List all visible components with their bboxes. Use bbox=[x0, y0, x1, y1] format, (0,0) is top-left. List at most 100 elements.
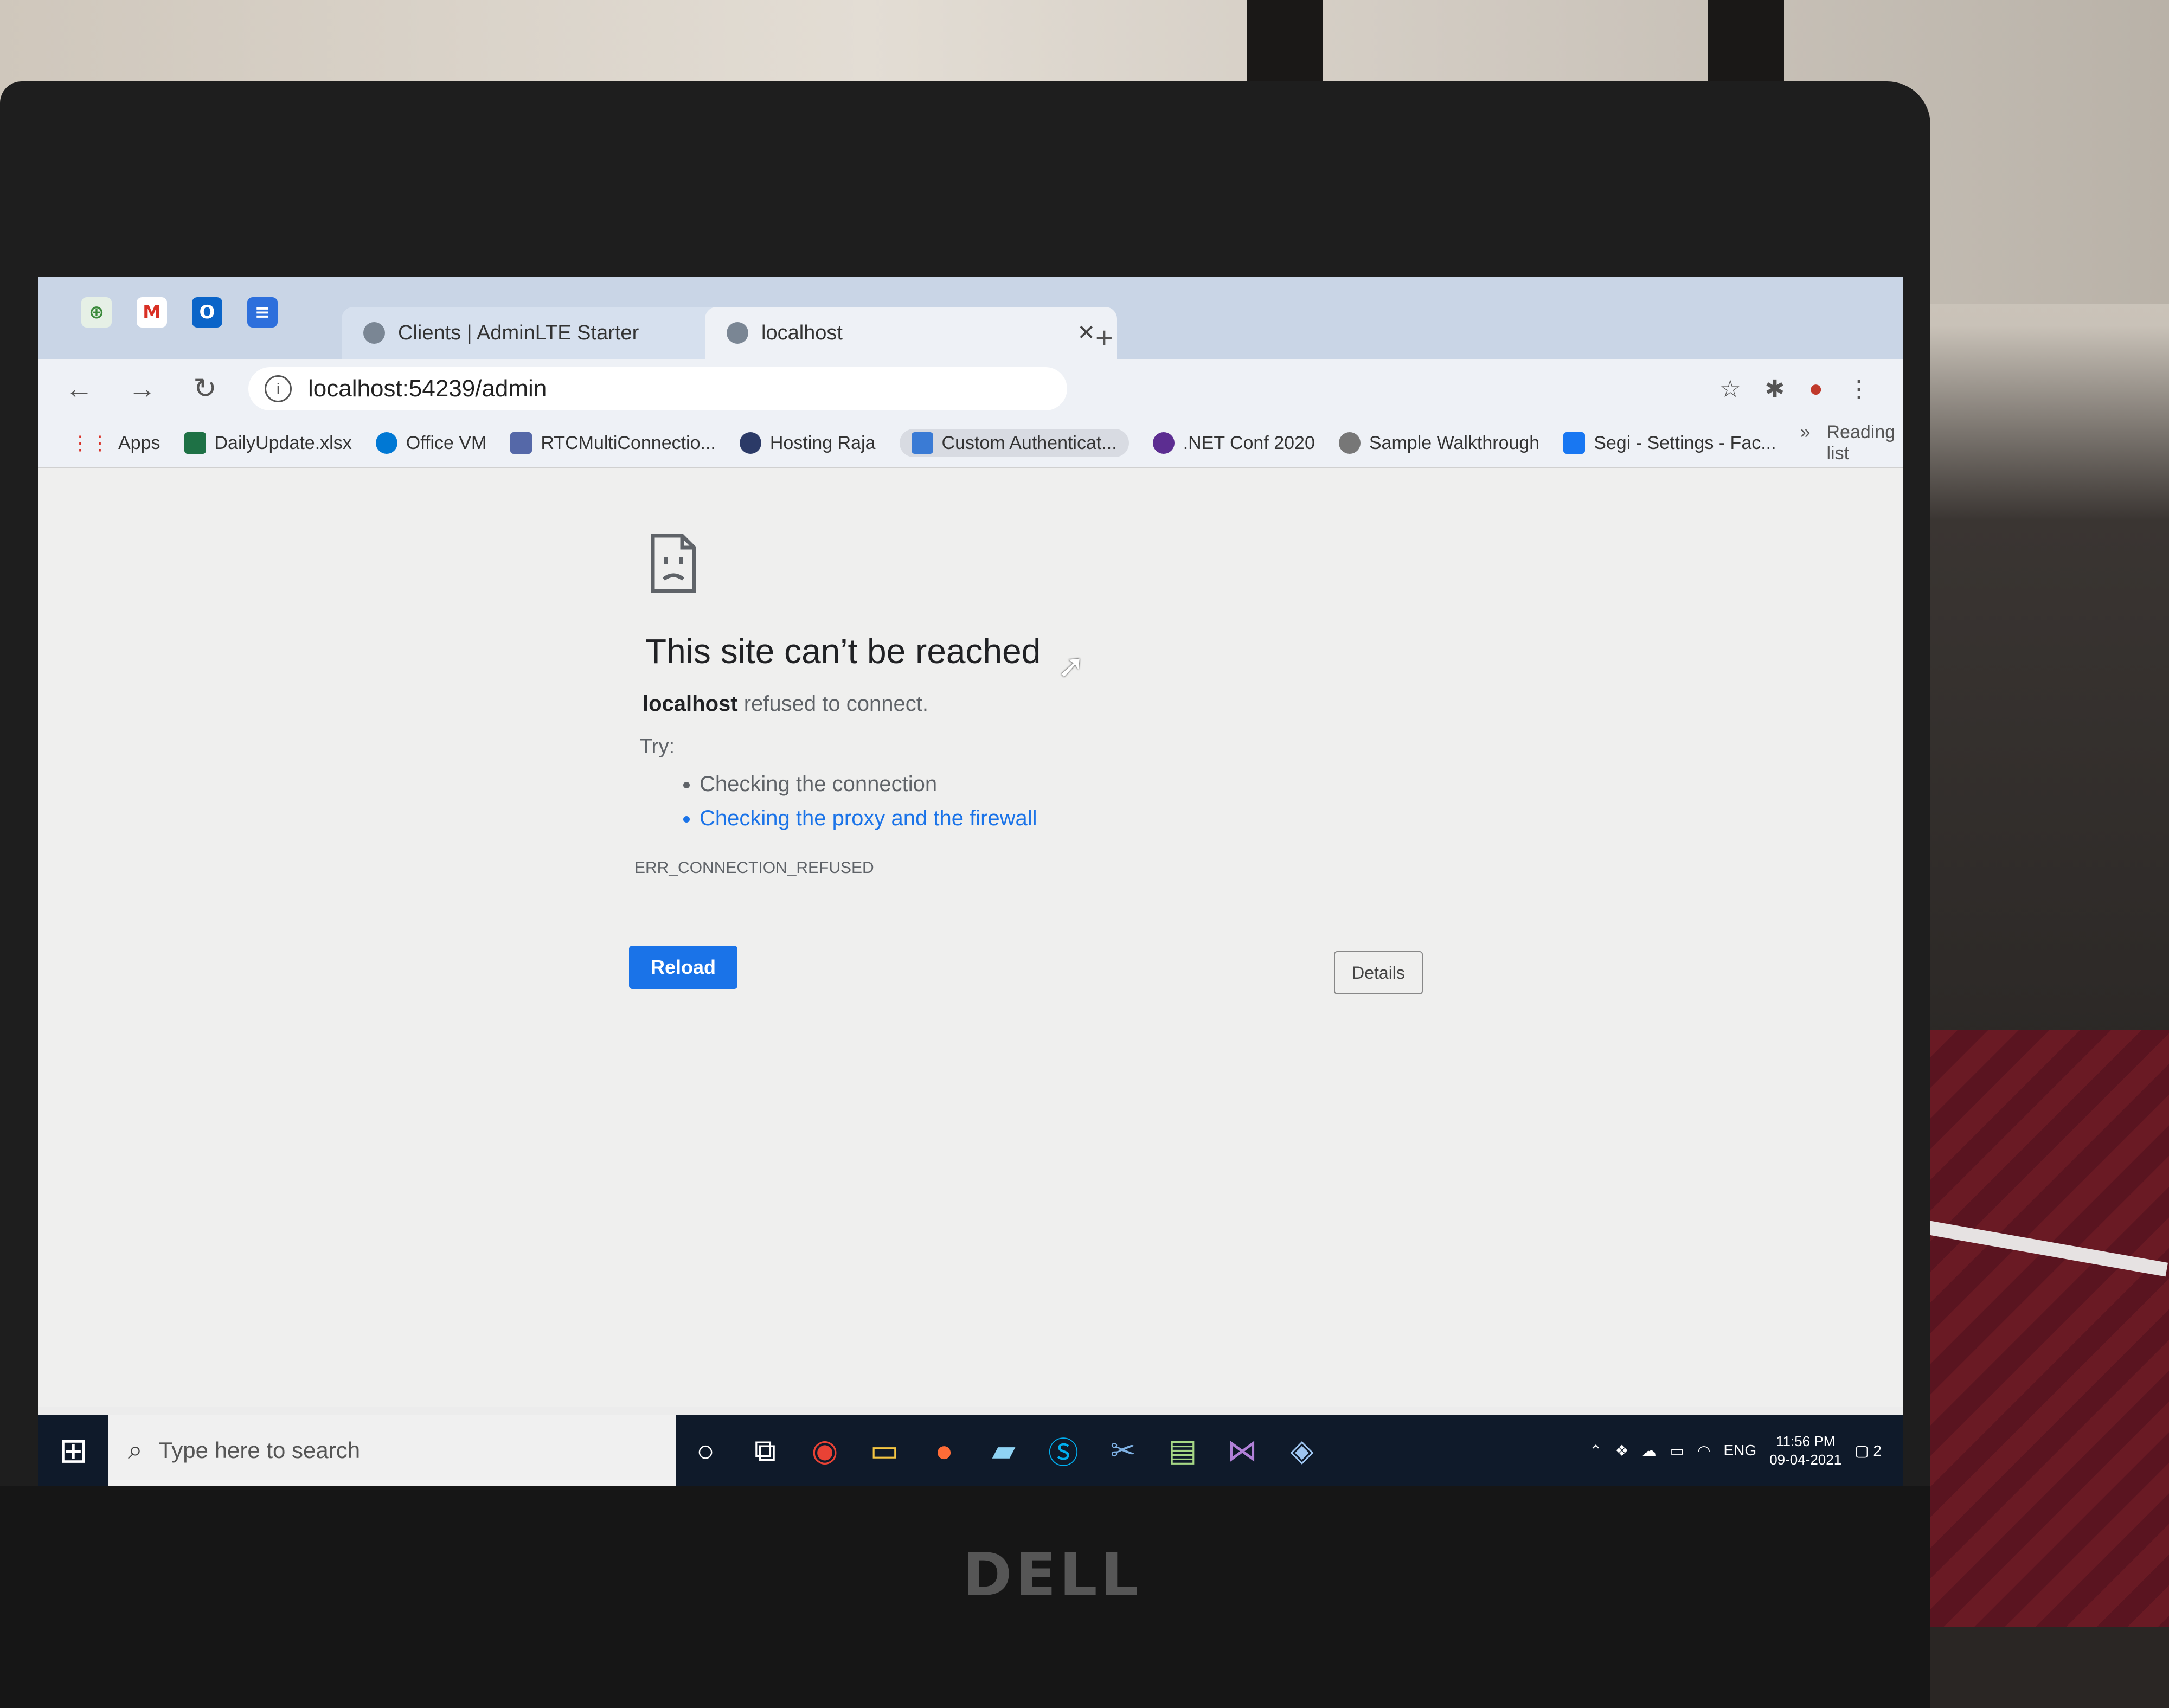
battery-icon[interactable]: ▭ bbox=[1670, 1442, 1684, 1460]
page-icon bbox=[363, 322, 385, 344]
error-page: This site can’t be reached localhost ref… bbox=[38, 468, 1903, 1407]
reload-button[interactable]: Reload bbox=[629, 946, 737, 989]
back-button[interactable]: ← bbox=[57, 367, 101, 410]
outlook-icon[interactable]: O bbox=[192, 297, 222, 328]
close-icon[interactable]: ✕ bbox=[1077, 320, 1095, 345]
cortana-icon[interactable]: ○ bbox=[676, 1421, 735, 1480]
suggestion-list: Checking the connection Checking the pro… bbox=[678, 772, 1037, 840]
skype-icon[interactable]: Ⓢ bbox=[1034, 1421, 1093, 1480]
excel-icon bbox=[184, 432, 206, 454]
mouse-cursor-icon: ➚ bbox=[1057, 648, 1085, 684]
info-icon[interactable]: i bbox=[265, 375, 292, 402]
vm-icon bbox=[375, 432, 397, 454]
task-view-icon[interactable]: ⧉ bbox=[735, 1421, 795, 1480]
search-icon: ⌕ bbox=[128, 1436, 143, 1465]
file-explorer-icon[interactable]: ▭ bbox=[855, 1421, 914, 1480]
bookmark-apps[interactable]: ⋮⋮ Apps bbox=[70, 432, 161, 454]
reading-list-button[interactable]: Reading list bbox=[1827, 422, 1904, 464]
bookmark-label: Segi - Settings - Fac... bbox=[1594, 432, 1776, 453]
bookmark-label: Custom Authenticat... bbox=[941, 432, 1117, 453]
bookmark-label: Apps bbox=[118, 432, 161, 453]
tab-title: Clients | AdminLTE Starter bbox=[398, 321, 639, 344]
bookmark-label: .NET Conf 2020 bbox=[1183, 432, 1315, 453]
notification-icon[interactable]: ▢ 2 bbox=[1854, 1442, 1882, 1460]
star-icon[interactable]: ☆ bbox=[1719, 375, 1741, 403]
error-text: refused to connect. bbox=[743, 692, 928, 716]
bookmark-segi[interactable]: Segi - Settings - Fac... bbox=[1563, 432, 1776, 454]
more-bookmarks-button[interactable]: » bbox=[1800, 422, 1811, 464]
menu-icon[interactable]: ⋮ bbox=[1847, 375, 1871, 403]
profile-avatar[interactable]: ● bbox=[1808, 375, 1823, 403]
sad-document-icon bbox=[651, 534, 696, 593]
notification-count: 2 bbox=[1873, 1442, 1882, 1459]
bookmarks-overflow: » Reading list bbox=[1800, 422, 1903, 464]
browser-toolbar: ← → ↻ i localhost:54239/admin ☆ ✱ ● ⋮ bbox=[38, 359, 1903, 419]
gmail-icon[interactable]: M bbox=[137, 297, 167, 328]
toolbar-actions: ☆ ✱ ● ⋮ bbox=[1719, 375, 1903, 403]
dropbox-icon[interactable]: ❖ bbox=[1615, 1442, 1628, 1460]
dell-logo: DELL bbox=[962, 1540, 1142, 1609]
try-label: Try: bbox=[640, 735, 675, 758]
tab-clients[interactable]: Clients | AdminLTE Starter ✕ bbox=[342, 307, 754, 359]
forward-button[interactable]: → bbox=[120, 367, 164, 410]
extensions-icon[interactable]: ✱ bbox=[1765, 375, 1785, 403]
facebook-icon bbox=[1563, 432, 1586, 454]
chrome-icon[interactable]: ◉ bbox=[795, 1421, 855, 1480]
error-code: ERR_CONNECTION_REFUSED bbox=[634, 859, 874, 877]
bookmark-office-vm[interactable]: Office VM bbox=[375, 432, 487, 454]
bookmark-dailyupdate[interactable]: DailyUpdate.xlsx bbox=[184, 432, 352, 454]
notepad-icon[interactable]: ▰ bbox=[974, 1421, 1034, 1480]
page-icon bbox=[911, 432, 933, 454]
error-title: This site can’t be reached bbox=[645, 632, 1041, 671]
clock[interactable]: 11:56 PM 09-04-2021 bbox=[1769, 1432, 1841, 1469]
tab-localhost[interactable]: localhost ✕ bbox=[705, 307, 1117, 359]
error-message: localhost refused to connect. bbox=[643, 692, 928, 716]
screen: ⊕ M O ≡ Clients | AdminLTE Starter ✕ loc… bbox=[38, 277, 1903, 1486]
language-indicator[interactable]: ENG bbox=[1724, 1442, 1757, 1459]
onedrive-icon[interactable]: ☁ bbox=[1642, 1442, 1657, 1460]
postman-icon[interactable]: ● bbox=[914, 1421, 974, 1480]
globe-icon bbox=[1338, 432, 1361, 454]
wifi-icon[interactable]: ◠ bbox=[1697, 1442, 1710, 1460]
bookmark-rtc[interactable]: RTCMultiConnectio... bbox=[510, 432, 716, 454]
bookmark-label: Office VM bbox=[406, 432, 487, 453]
apps-grid-icon: ⋮⋮ bbox=[70, 432, 110, 454]
bookmark-label: RTCMultiConnectio... bbox=[541, 432, 716, 453]
tab-title: localhost bbox=[761, 321, 843, 344]
suggestion-proxy-link[interactable]: Checking the proxy and the firewall bbox=[700, 806, 1037, 831]
sql-server-icon[interactable]: ◈ bbox=[1272, 1421, 1332, 1480]
bookmark-custom-auth[interactable]: Custom Authenticat... bbox=[899, 429, 1129, 457]
chevron-up-icon[interactable]: ⌃ bbox=[1589, 1442, 1602, 1460]
search-placeholder: Type here to search bbox=[158, 1437, 361, 1463]
bookmark-label: DailyUpdate.xlsx bbox=[214, 432, 352, 453]
visual-studio-icon[interactable]: ⋈ bbox=[1212, 1421, 1272, 1480]
error-host: localhost bbox=[643, 692, 738, 716]
system-tray: ⌃ ❖ ☁ ▭ ◠ ENG 11:56 PM 09-04-2021 ▢ 2 bbox=[1589, 1432, 1903, 1469]
address-bar[interactable]: i localhost:54239/admin bbox=[248, 367, 1067, 410]
bookmark-label: Hosting Raja bbox=[769, 432, 876, 453]
page-icon bbox=[510, 432, 532, 454]
bookmark-label: Sample Walkthrough bbox=[1369, 432, 1540, 453]
new-tab-button[interactable]: + bbox=[1095, 320, 1113, 355]
tab-strip: ⊕ M O ≡ Clients | AdminLTE Starter ✕ loc… bbox=[38, 277, 1903, 363]
snipping-tool-icon[interactable]: ✂ bbox=[1093, 1421, 1153, 1480]
bookmark-netconf[interactable]: .NET Conf 2020 bbox=[1152, 432, 1315, 454]
reload-icon[interactable]: ↻ bbox=[183, 367, 227, 410]
windows-start-icon[interactable]: ⊞ bbox=[38, 1415, 108, 1486]
suggestion-connection: Checking the connection bbox=[700, 772, 1037, 797]
windows-taskbar: ⊞ ⌕ Type here to search ○ ⧉ ◉ ▭ ● ▰ Ⓢ ✂ … bbox=[38, 1415, 1903, 1486]
dotnet-icon bbox=[1152, 432, 1175, 454]
details-button[interactable]: Details bbox=[1334, 951, 1423, 994]
clock-date: 09-04-2021 bbox=[1769, 1452, 1842, 1468]
globe-icon bbox=[727, 322, 748, 344]
docs-icon[interactable]: ≡ bbox=[247, 297, 278, 328]
clock-time: 11:56 PM bbox=[1776, 1433, 1836, 1449]
bookmark-hosting-raja[interactable]: Hosting Raja bbox=[739, 432, 876, 454]
address-text: localhost:54239/admin bbox=[308, 375, 547, 402]
taskbar-search-input[interactable]: ⌕ Type here to search bbox=[108, 1415, 676, 1486]
bookmarks-bar: ⋮⋮ Apps DailyUpdate.xlsx Office VM RTCMul… bbox=[38, 419, 1903, 468]
bookmark-sample-walkthrough[interactable]: Sample Walkthrough bbox=[1338, 432, 1540, 454]
ga-icon[interactable]: ⊕ bbox=[81, 297, 112, 328]
excel-icon[interactable]: ▤ bbox=[1153, 1421, 1212, 1480]
laptop-lid: ⊕ M O ≡ Clients | AdminLTE Starter ✕ loc… bbox=[0, 81, 1930, 1708]
